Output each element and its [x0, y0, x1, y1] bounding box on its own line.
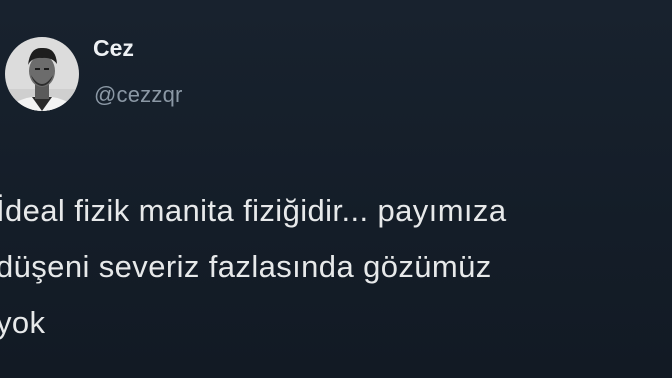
tweet-screenshot: Cez @cezzqr İdeal fizik manita fiziğidir…: [0, 0, 672, 378]
tweet-text-line: düşeni severiz fazlasında gözümüz: [0, 249, 492, 284]
tweet-text-line: İdeal fizik manita fiziğidir... payımıza: [0, 193, 507, 228]
author-display-name[interactable]: Cez: [93, 37, 134, 60]
avatar-photo-icon: [5, 37, 79, 111]
author-avatar[interactable]: [2, 19, 79, 127]
author-handle[interactable]: @cezzqr: [94, 84, 183, 106]
tweet-text: İdeal fizik manita fiziğidir... payımıza…: [0, 183, 672, 351]
tweet-text-line: yok: [0, 305, 46, 340]
